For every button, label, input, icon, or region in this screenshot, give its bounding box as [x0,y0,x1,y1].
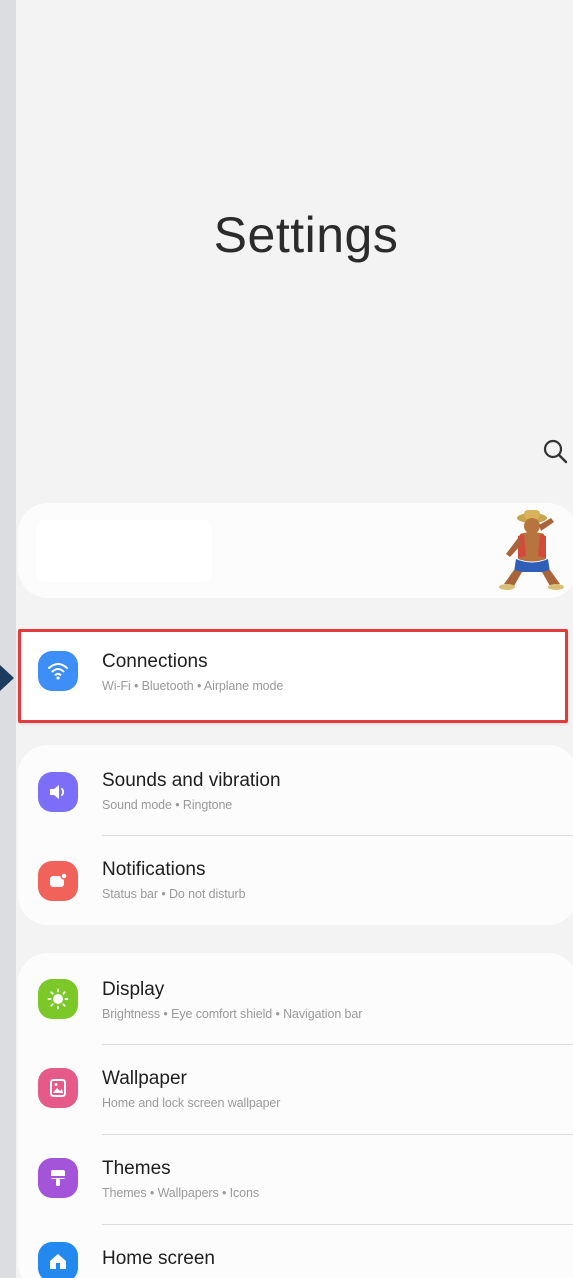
settings-item-title: Themes [102,1158,171,1179]
settings-item-subtitle: Wi-Fi • Bluetooth • Airplane mode [102,679,284,693]
divider [102,1044,573,1045]
settings-item-title: Sounds and vibration [102,770,281,791]
settings-item-connections[interactable]: Connections Wi-Fi • Bluetooth • Airplane… [16,629,573,723]
divider [102,1224,573,1225]
settings-item-title: Connections [102,651,208,672]
account-card[interactable] [18,503,573,598]
settings-item-home-screen[interactable]: Home screen [16,1226,573,1278]
settings-item-subtitle: Sound mode • Ringtone [102,798,233,812]
volume-icon [38,772,78,812]
divider [102,835,573,836]
pointer-arrow-icon [0,665,14,691]
image-icon [38,1068,78,1108]
brightness-icon [38,979,78,1019]
search-icon[interactable] [541,437,569,465]
settings-item-notifications[interactable]: Notifications Status bar • Do not distur… [16,837,573,925]
settings-item-subtitle: Themes • Wallpapers • Icons [102,1186,260,1200]
notification-icon [38,861,78,901]
home-icon [38,1242,78,1278]
settings-item-subtitle: Brightness • Eye comfort shield • Naviga… [102,1007,363,1021]
settings-item-title: Wallpaper [102,1068,187,1089]
wifi-icon [38,651,78,691]
settings-item-display[interactable]: Display Brightness • Eye comfort shield … [16,957,573,1045]
settings-item-title: Home screen [102,1248,215,1269]
settings-item-sounds-and-vibration[interactable]: Sounds and vibration Sound mode • Ringto… [16,748,573,836]
settings-item-title: Display [102,979,165,1000]
settings-item-subtitle: Status bar • Do not disturb [102,887,246,901]
page-title: Settings [213,207,399,263]
settings-item-themes[interactable]: Themes Themes • Wallpapers • Icons [16,1136,573,1224]
settings-item-title: Notifications [102,859,206,880]
left-background-strip [0,0,16,1278]
settings-item-subtitle: Home and lock screen wallpaper [102,1096,281,1110]
divider [102,1134,573,1135]
theme-icon [38,1158,78,1198]
settings-item-wallpaper[interactable]: Wallpaper Home and lock screen wallpaper [16,1046,573,1134]
account-avatar[interactable] [494,504,568,594]
account-name-placeholder [36,520,212,582]
